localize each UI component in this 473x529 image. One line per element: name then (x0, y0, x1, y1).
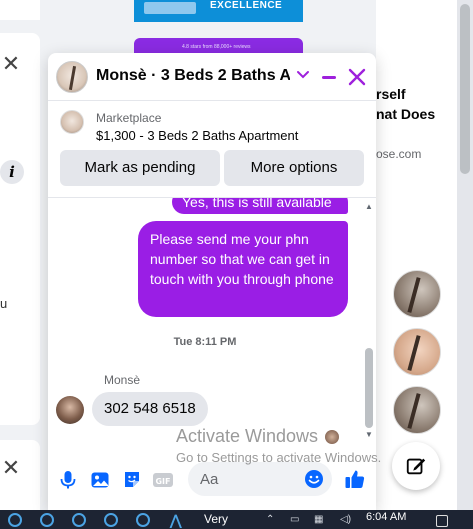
contact-avatar[interactable] (393, 328, 441, 376)
notifications-icon[interactable] (436, 515, 448, 527)
page-scrollbar[interactable] (457, 0, 473, 510)
marketplace-listing[interactable]: Marketplace $1,300 - 3 Beds 2 Baths Apar… (48, 102, 376, 148)
gif-icon[interactable]: GIF (152, 470, 174, 490)
background-card (0, 0, 40, 20)
taskbar-app-icon[interactable] (136, 513, 150, 527)
contact-avatar[interactable] (393, 386, 441, 434)
chevron-down-icon[interactable] (296, 68, 310, 82)
ad-banner-text: 4.8 stars from 88,000+ reviews (182, 44, 251, 50)
listing-title[interactable]: $1,300 - 3 Beds 2 Baths Apartment (96, 128, 298, 143)
compose-icon (406, 458, 426, 475)
mark-as-pending-button[interactable]: Mark as pending (60, 150, 220, 186)
taskbar-app-icon[interactable] (8, 513, 22, 527)
message-timestamp: Tue 8:11 PM (173, 336, 237, 348)
right-heading-line[interactable]: nat Does (376, 106, 435, 122)
thumbs-up-icon[interactable] (344, 468, 366, 490)
microphone-icon[interactable] (58, 470, 78, 490)
svg-text:GIF: GIF (155, 477, 170, 486)
activate-windows-title: Activate Windows (176, 426, 319, 446)
listing-thumbnail (60, 110, 84, 134)
mini-avatar (325, 430, 339, 444)
ad-banner-text: EXCELLENCE (210, 0, 283, 11)
dismiss-close-icon[interactable]: ✕ (0, 54, 22, 76)
clock[interactable]: 6:04 AM (366, 511, 406, 523)
ad-banner[interactable]: EXCELLENCE (134, 0, 303, 22)
background-card (0, 33, 40, 425)
close-chat-button[interactable] (348, 68, 366, 86)
info-icon[interactable]: i (0, 160, 24, 184)
photo-icon[interactable] (90, 470, 110, 490)
volume-icon[interactable]: ◁) (340, 514, 351, 525)
system-tray-icon[interactable]: ▦ (314, 514, 323, 525)
scrollbar-thumb[interactable] (460, 4, 470, 174)
chat-scrollbar[interactable]: ▲ ▼ (362, 198, 376, 447)
chat-header[interactable]: Monsè · 3 Beds 2 Baths Ap... (48, 53, 376, 101)
ad-image (144, 2, 196, 14)
chat-avatar[interactable] (56, 61, 88, 93)
incoming-message[interactable]: 302 548 6518 (92, 392, 208, 426)
taskbar-app-label[interactable]: Very (204, 512, 228, 526)
system-tray-icon[interactable]: ▭ (290, 514, 299, 525)
outgoing-message[interactable]: Please send me your phn number so that w… (138, 221, 348, 317)
sticker-icon[interactable] (122, 470, 142, 490)
taskbar-app-icon[interactable] (72, 513, 86, 527)
emoji-icon[interactable] (304, 469, 324, 489)
system-tray-icon[interactable]: ⌃ (266, 514, 274, 525)
outgoing-message[interactable]: Yes, this is still available (172, 198, 348, 214)
new-message-button[interactable] (392, 442, 440, 490)
scroll-down-arrow-icon[interactable]: ▼ (365, 430, 373, 439)
right-heading-line[interactable]: rself (376, 86, 406, 102)
taskbar: ⋀ Very ⌃ ▭ ▦ ◁) 6:04 AM (0, 510, 473, 529)
minimize-chat-button[interactable] (322, 76, 336, 79)
contact-avatar[interactable] (393, 270, 441, 318)
taskbar-app-icon[interactable] (104, 513, 118, 527)
activate-windows-subtitle: Go to Settings to activate Windows. (176, 450, 382, 465)
listing-source: Marketplace (96, 111, 162, 125)
sender-name: Monsè (104, 373, 141, 387)
more-options-button[interactable]: More options (224, 150, 364, 186)
scroll-up-arrow-icon[interactable]: ▲ (365, 202, 373, 211)
message-list: Yes, this is still available Please send… (48, 198, 362, 447)
taskbar-app-icon[interactable]: ⋀ (170, 512, 181, 529)
dismiss-close-icon[interactable]: ✕ (0, 458, 22, 480)
sender-avatar[interactable] (56, 396, 84, 424)
chat-title[interactable]: Monsè · 3 Beds 2 Baths Ap... (96, 67, 290, 85)
scrollbar-thumb[interactable] (365, 348, 373, 428)
right-domain: ose.com (376, 147, 422, 161)
taskbar-app-icon[interactable] (40, 513, 54, 527)
background-text: u (0, 296, 8, 311)
